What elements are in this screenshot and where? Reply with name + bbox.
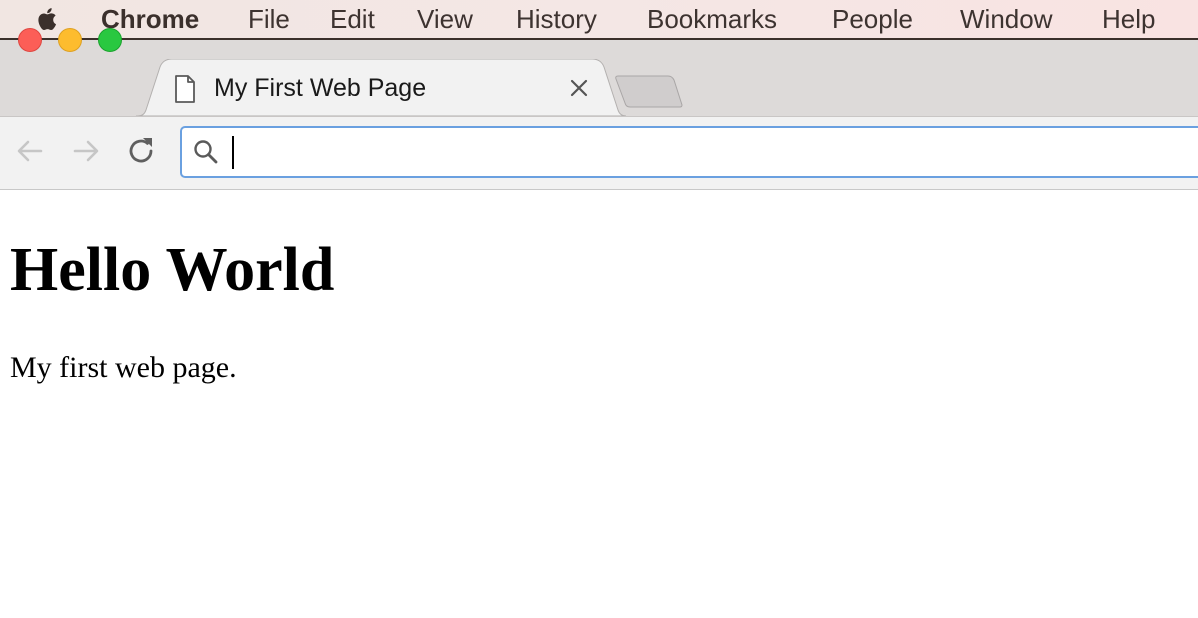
apple-logo-icon[interactable] bbox=[34, 5, 62, 33]
document-page-icon bbox=[175, 75, 195, 103]
text-caret bbox=[232, 136, 234, 169]
menu-people[interactable]: People bbox=[832, 0, 913, 38]
reload-icon[interactable] bbox=[125, 134, 159, 168]
page-paragraph: My first web page. bbox=[10, 351, 237, 384]
search-icon bbox=[194, 140, 218, 164]
address-input[interactable] bbox=[230, 135, 1190, 171]
window-close-button[interactable] bbox=[18, 28, 42, 52]
menu-help[interactable]: Help bbox=[1102, 0, 1155, 38]
forward-arrow-icon[interactable] bbox=[69, 134, 103, 168]
menu-bookmarks[interactable]: Bookmarks bbox=[647, 0, 777, 38]
menu-edit[interactable]: Edit bbox=[330, 0, 375, 38]
menu-window[interactable]: Window bbox=[960, 0, 1052, 38]
menu-file[interactable]: File bbox=[248, 0, 290, 38]
tab-title: My First Web Page bbox=[214, 74, 427, 102]
window-zoom-button[interactable] bbox=[98, 28, 122, 52]
window-minimize-button[interactable] bbox=[58, 28, 82, 52]
close-icon[interactable] bbox=[568, 77, 590, 99]
menu-bar: Chrome File Edit View History Bookmarks … bbox=[0, 0, 1198, 40]
page-heading: Hello World bbox=[10, 236, 335, 304]
new-tab-icon[interactable] bbox=[614, 74, 684, 108]
menu-view[interactable]: View bbox=[417, 0, 473, 38]
menu-history[interactable]: History bbox=[516, 0, 597, 38]
back-arrow-icon[interactable] bbox=[13, 134, 47, 168]
